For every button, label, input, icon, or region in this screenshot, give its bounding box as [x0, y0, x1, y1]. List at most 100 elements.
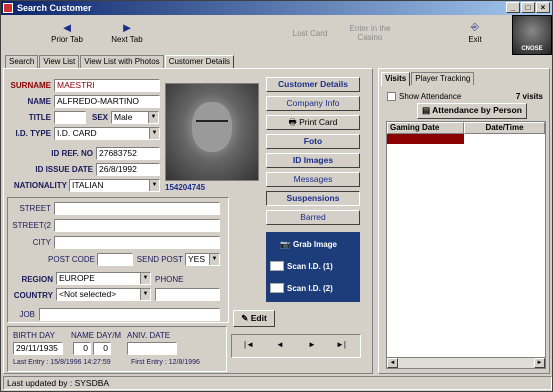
- job-field[interactable]: [39, 308, 220, 321]
- chevron-down-icon: ▼: [148, 112, 158, 123]
- id-ref-field[interactable]: 27683752: [96, 147, 160, 160]
- birth-day-field[interactable]: 29/11/1935: [13, 342, 63, 355]
- right-tabs: Visits Player Tracking: [381, 72, 475, 86]
- title-field[interactable]: [54, 111, 86, 124]
- exit-label: Exit: [468, 35, 482, 44]
- minimize-button[interactable]: _: [506, 2, 520, 13]
- street-label: STREET: [19, 204, 51, 213]
- camera-icon: 📷: [280, 240, 290, 249]
- selected-row[interactable]: [387, 134, 464, 144]
- tab-search[interactable]: Search: [5, 55, 39, 68]
- scroll-left-icon[interactable]: ◄: [387, 358, 398, 368]
- next-record-button[interactable]: ►: [308, 340, 316, 349]
- chevron-down-icon: ▼: [140, 273, 150, 284]
- aniv-date-label: ANIV. DATE: [127, 331, 171, 340]
- send-post-label: SEND POST: [136, 255, 183, 264]
- tab-visits[interactable]: Visits: [381, 72, 411, 86]
- street2-field[interactable]: [54, 219, 220, 232]
- country-select[interactable]: <Not selected> ▼: [56, 288, 151, 301]
- name-label: NAME: [27, 97, 51, 106]
- sex-select[interactable]: Male ▼: [111, 111, 159, 124]
- status-bar: Last updated by : SYSDBA: [3, 376, 552, 390]
- glasses-shape: [196, 120, 228, 126]
- col-date-time[interactable]: Date/Time: [464, 122, 545, 134]
- scan-id2-button[interactable]: Scan I.D. (2): [270, 283, 333, 293]
- tab-view-list[interactable]: View List: [39, 55, 80, 68]
- app-icon: [3, 3, 13, 13]
- face-image: [192, 102, 232, 152]
- grab-image-button[interactable]: 📷 Grab Image: [280, 240, 337, 249]
- id-issue-label: ID ISSUE DATE: [35, 165, 93, 174]
- tab-player-tracking[interactable]: Player Tracking: [411, 72, 475, 85]
- suspensions-button[interactable]: Suspensions: [266, 191, 360, 206]
- tab-view-list-photos[interactable]: View List with Photos: [80, 55, 164, 68]
- region-select[interactable]: EUROPE ▼: [56, 272, 151, 285]
- id-ref-label: ID REF. NO: [51, 149, 93, 158]
- nationality-label: NATIONALITY: [13, 181, 67, 190]
- name-day-month-field[interactable]: 0: [93, 342, 111, 355]
- post-code-field[interactable]: [97, 253, 133, 266]
- next-tab-button[interactable]: ► Next Tab: [101, 17, 153, 53]
- lost-card-label: Lost Card: [292, 29, 328, 38]
- name-day-day-field[interactable]: 0: [73, 342, 91, 355]
- barred-button[interactable]: Barred: [266, 210, 360, 225]
- visits-grid[interactable]: Gaming Date Date/Time ◄ ►: [386, 121, 546, 369]
- send-post-value: YES: [188, 254, 206, 264]
- street-field[interactable]: [54, 202, 220, 215]
- send-post-select[interactable]: YES ▼: [185, 253, 220, 266]
- print-card-button[interactable]: 🖶 Print Card: [266, 115, 360, 130]
- post-code-label: POST CODE: [48, 255, 95, 264]
- scan-id1-label: Scan I.D. (1): [287, 261, 333, 271]
- region-label: REGION: [21, 275, 53, 284]
- prior-tab-button[interactable]: ◄ Prior Tab: [39, 17, 95, 53]
- messages-button[interactable]: Messages: [266, 172, 360, 187]
- customer-number: 154204745: [165, 183, 206, 192]
- phone-label: PHONE: [155, 275, 184, 284]
- scan-id2-label: Scan I.D. (2): [287, 283, 333, 293]
- toolbar: ◄ Prior Tab ► Next Tab Lost Card Enter i…: [1, 15, 552, 53]
- id-type-select[interactable]: I.D. CARD ▼: [54, 127, 160, 140]
- attendance-by-person-button[interactable]: ▤ Attendance by Person: [417, 103, 527, 119]
- enter-casino-button[interactable]: Enter in the Casino: [344, 17, 396, 53]
- record-navigator: |◄ ◄ ► ►|: [231, 334, 361, 358]
- name-field[interactable]: ALFREDO-MARTINO: [54, 95, 160, 108]
- sex-value: Male: [114, 112, 133, 122]
- id-type-label: I.D. TYPE: [15, 129, 51, 138]
- city-field[interactable]: [54, 236, 220, 249]
- last-record-button[interactable]: ►|: [336, 340, 346, 349]
- edit-button[interactable]: ✎ Edit: [233, 310, 275, 327]
- close-button[interactable]: ×: [536, 2, 550, 13]
- exit-button[interactable]: ⎆ Exit: [453, 17, 497, 53]
- nationality-select[interactable]: ITALIAN ▼: [69, 179, 160, 192]
- col-gaming-date[interactable]: Gaming Date: [387, 122, 464, 134]
- country-value: <Not selected>: [59, 289, 117, 299]
- phone-field[interactable]: [155, 288, 220, 301]
- next-tab-label: Next Tab: [111, 35, 143, 44]
- foto-button[interactable]: Foto: [266, 134, 360, 149]
- aniv-date-field[interactable]: [127, 342, 177, 355]
- chevron-down-icon: ▼: [209, 254, 219, 265]
- chevron-down-icon: ▼: [149, 128, 159, 139]
- scan-id1-button[interactable]: Scan I.D. (1): [270, 261, 333, 271]
- id-images-button[interactable]: ID Images: [266, 153, 360, 168]
- list-icon: ▤: [422, 105, 431, 115]
- show-attendance-checkbox[interactable]: [387, 92, 396, 101]
- chevron-down-icon: ▼: [140, 289, 150, 300]
- id-card-icon: [270, 261, 284, 271]
- prev-record-button[interactable]: ◄: [276, 340, 284, 349]
- customer-details-button[interactable]: Customer Details: [266, 77, 360, 92]
- sex-label: SEX: [91, 113, 108, 122]
- id-issue-field[interactable]: 26/8/1992: [96, 163, 160, 176]
- company-info-button[interactable]: Company Info: [266, 96, 360, 111]
- first-entry-text: First Entry : 12/8/1996: [131, 359, 200, 366]
- scan-panel: 📷 Grab Image Scan I.D. (1) Scan I.D. (2): [266, 232, 360, 302]
- horizontal-scrollbar[interactable]: ◄ ►: [387, 357, 545, 368]
- lost-card-button[interactable]: Lost Card: [284, 17, 336, 53]
- surname-label: SURNAME: [10, 81, 51, 90]
- scroll-right-icon[interactable]: ►: [534, 358, 545, 368]
- tab-customer-details[interactable]: Customer Details: [164, 55, 235, 69]
- surname-field[interactable]: MAESTRI: [54, 79, 160, 92]
- first-record-button[interactable]: |◄: [244, 340, 254, 349]
- country-label: COUNTRY: [13, 291, 53, 300]
- maximize-button[interactable]: □: [521, 2, 535, 13]
